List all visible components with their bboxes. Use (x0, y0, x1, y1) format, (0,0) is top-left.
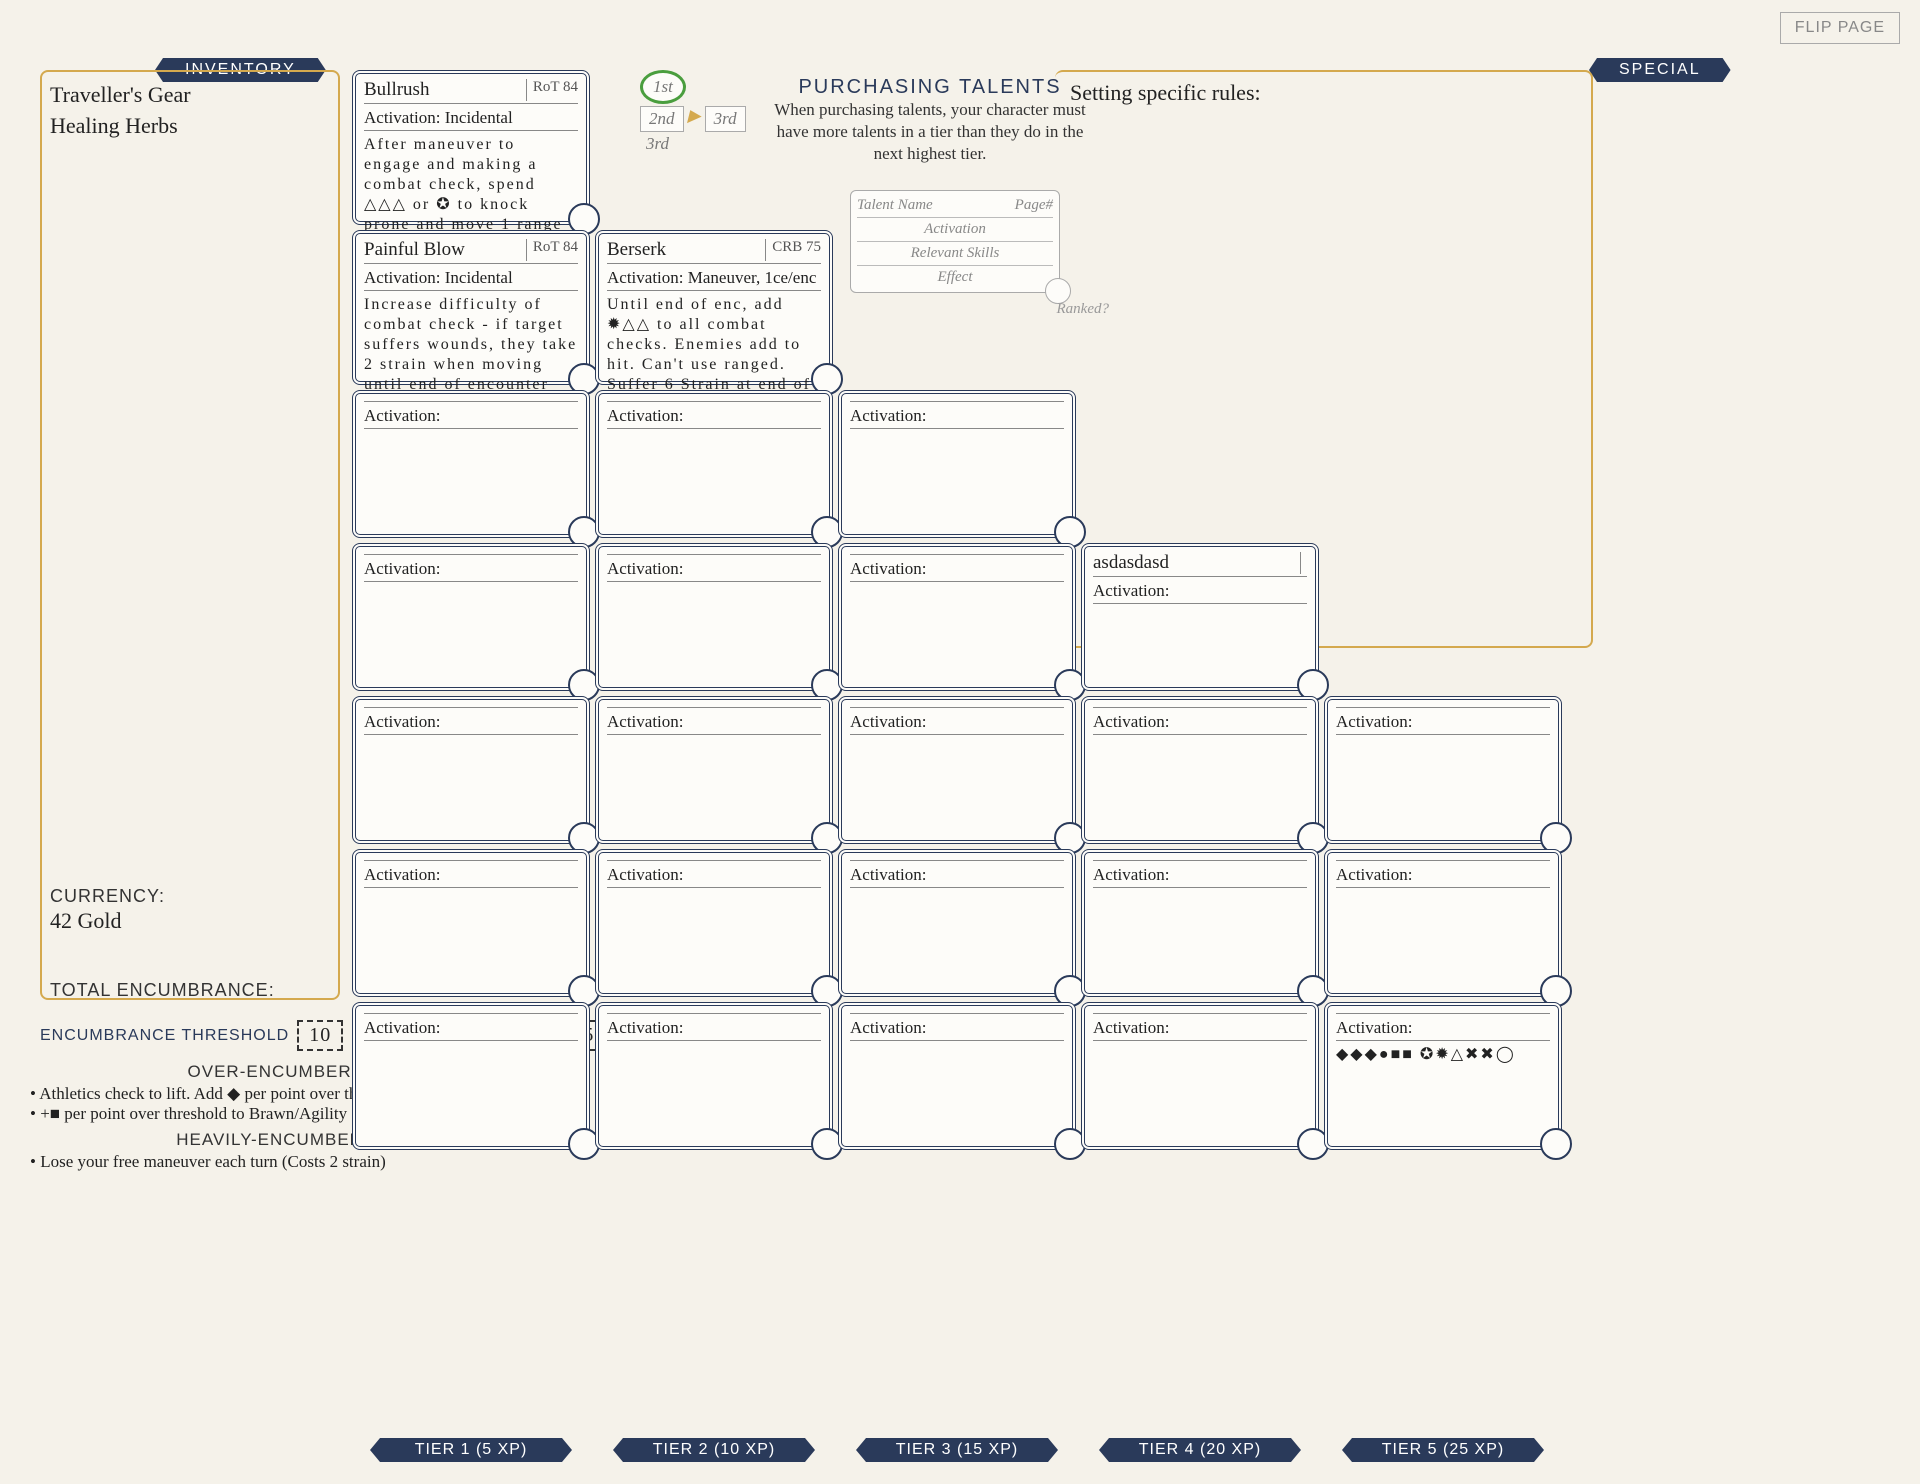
talent-rank-dot[interactable] (1540, 1128, 1572, 1160)
talent-card[interactable]: Berserk CRB 75 Activation: Maneuver, 1ce/e… (595, 230, 833, 385)
talent-activation: Activation: (607, 1018, 821, 1041)
talent-activation: Activation: (607, 865, 821, 888)
talent-card[interactable]: Activation: (1081, 849, 1319, 997)
talent-activation: Activation: Incidental (364, 108, 578, 131)
total-encumbrance-label: TOTAL ENCUMBRANCE: (50, 980, 275, 1001)
talent-effect: ◆◆◆●■■ ✪✹△✖✖◯ (1336, 1045, 1550, 1065)
talent-card[interactable]: Activation: (595, 390, 833, 538)
inventory-items[interactable]: Traveller's Gear Healing Herbs (50, 80, 191, 142)
talent-name[interactable]: Bullrush (364, 79, 429, 101)
talent-card[interactable]: Activation: (1324, 696, 1562, 844)
enc-threshold-label: ENCUMBRANCE THRESHOLD (40, 1027, 289, 1045)
talent-card[interactable]: Activation: (595, 1002, 833, 1150)
talent-activation: Activation: (1336, 865, 1550, 888)
talent-card[interactable]: Activation: (352, 543, 590, 691)
talent-card[interactable]: Activation: (595, 849, 833, 997)
talent-card[interactable]: Activation: (838, 543, 1076, 691)
tier-2-label: TIER 2 (10 XP) (613, 1438, 815, 1462)
talent-card[interactable]: Activation: (352, 1002, 590, 1150)
heavy-enc-line1: • Lose your free maneuver each turn (Cos… (30, 1152, 625, 1172)
talent-name[interactable]: Berserk (607, 239, 666, 261)
talent-page: RoT 84 (526, 79, 578, 101)
talent-card[interactable]: Activation: (595, 543, 833, 691)
talent-activation: Activation: (850, 406, 1064, 429)
talent-page: CRB 75 (765, 239, 821, 261)
talent-card[interactable]: Activation: (838, 849, 1076, 997)
talent-card[interactable]: Activation: (352, 696, 590, 844)
talent-activation: Activation: (364, 865, 578, 888)
talent-card[interactable]: Activation: (352, 390, 590, 538)
talent-activation: Activation: (364, 712, 578, 735)
talent-card[interactable]: BullrushRoT 84Activation: Incidental Aft… (352, 70, 590, 225)
talent-activation: Activation: (1093, 581, 1307, 604)
talent-page (1300, 552, 1307, 574)
flip-page-button[interactable]: FLIP PAGE (1780, 12, 1900, 44)
tier-5-label: TIER 5 (25 XP) (1342, 1438, 1544, 1462)
talent-card[interactable]: Activation: (595, 696, 833, 844)
talent-activation: Activation: (1093, 1018, 1307, 1041)
tier-1-label: TIER 1 (5 XP) (370, 1438, 572, 1462)
inventory-panel (40, 70, 340, 1000)
talent-activation: Activation: (364, 559, 578, 582)
talent-card[interactable]: Activation: (1081, 1002, 1319, 1150)
talent-activation: Activation: (850, 712, 1064, 735)
talent-activation: Activation: (1336, 712, 1550, 735)
talent-activation: Activation: (364, 1018, 578, 1041)
currency-label: CURRENCY: (50, 886, 165, 907)
currency-value[interactable]: 42 Gold (50, 908, 122, 934)
talent-name[interactable]: asdasdasd (1093, 552, 1169, 574)
talent-activation: Activation: (364, 406, 578, 429)
talent-activation: Activation: Maneuver, 1ce/enc (607, 268, 821, 291)
talent-activation: Activation: (1093, 712, 1307, 735)
talent-activation: Activation: (607, 406, 821, 429)
talent-activation: Activation: (1093, 865, 1307, 888)
talent-activation: Activation: Incidental (364, 268, 578, 291)
tier-labels: TIER 1 (5 XP) TIER 2 (10 XP) TIER 3 (15 … (352, 1438, 1562, 1462)
enc-threshold-value[interactable]: 10 (297, 1020, 343, 1051)
tier-3-label: TIER 3 (15 XP) (856, 1438, 1058, 1462)
talent-card[interactable]: asdasdasd Activation: (1081, 543, 1319, 691)
talent-activation: Activation: (850, 1018, 1064, 1041)
talent-card[interactable]: Activation: (1081, 696, 1319, 844)
talent-card[interactable]: Painful Blow RoT 84 Activation: Incidental… (352, 230, 590, 385)
talent-card[interactable]: Activation: (1324, 849, 1562, 997)
talent-activation: Activation: (607, 712, 821, 735)
talent-effect: Increase difficulty of combat check - if… (364, 295, 578, 395)
talent-card[interactable]: Activation: (838, 1002, 1076, 1150)
talent-card[interactable]: Activation: (838, 696, 1076, 844)
talent-card[interactable]: Activation: (352, 849, 590, 997)
talent-activation: Activation: (850, 559, 1064, 582)
talent-card[interactable]: Activation: (838, 390, 1076, 538)
talent-page: RoT 84 (526, 239, 578, 261)
talent-card[interactable]: Activation: ◆◆◆●■■ ✪✹△✖✖◯ (1324, 1002, 1562, 1150)
talent-grid: BullrushRoT 84Activation: Incidental Aft… (352, 70, 1562, 1150)
special-tab: SPECIAL (1589, 58, 1731, 82)
talent-name[interactable]: Painful Blow (364, 239, 465, 261)
talent-activation: Activation: (850, 865, 1064, 888)
talent-activation: Activation: (607, 559, 821, 582)
tier-4-label: TIER 4 (20 XP) (1099, 1438, 1301, 1462)
talent-activation: Activation: (1336, 1018, 1550, 1041)
